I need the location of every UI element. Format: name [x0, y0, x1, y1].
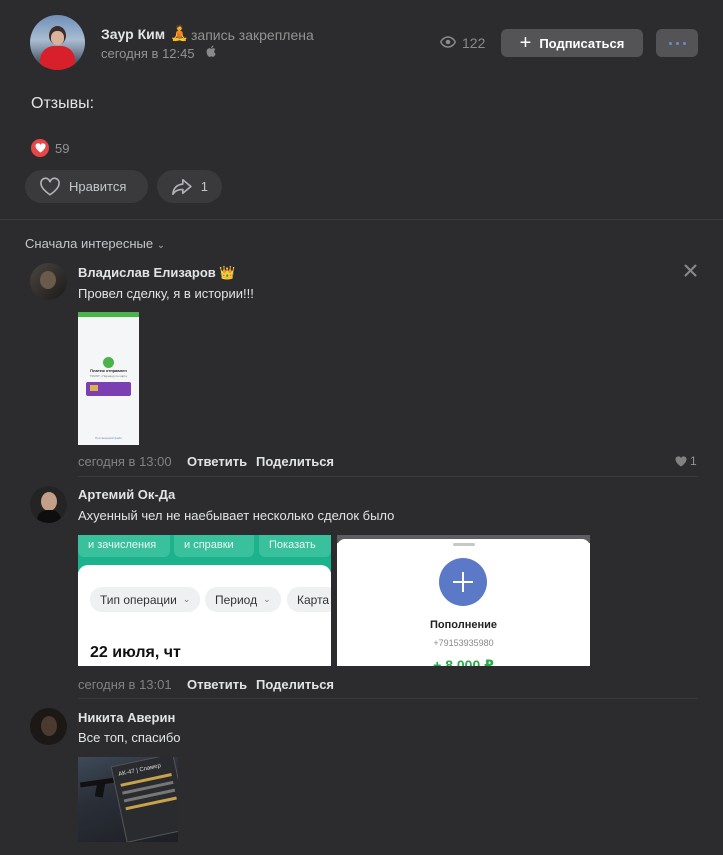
header-chip: и справки: [174, 535, 254, 557]
attachment-subtitle: TRUST • Перевод по карте: [89, 374, 128, 378]
attachment-link: Поставщикий файл: [94, 436, 123, 440]
comment-text: Провел сделку, я в истории!!!: [78, 286, 254, 301]
subscribe-button[interactable]: + Подписаться: [501, 29, 643, 57]
comments-sort-dropdown[interactable]: Сначала интересные ⌄: [25, 236, 165, 251]
topup-title: Пополнение: [430, 619, 497, 631]
comment-text: Все топ, спасибо: [78, 730, 181, 745]
reactions-count[interactable]: 59: [55, 141, 69, 156]
heart-icon: [34, 143, 46, 153]
more-options-button[interactable]: [656, 29, 698, 57]
comment-author-name[interactable]: Никита Аверин: [78, 710, 175, 725]
post-time[interactable]: сегодня в 12:45: [101, 46, 195, 61]
filter-chip: Период ⌄: [205, 587, 281, 612]
dot-icon: [668, 41, 672, 45]
comment-avatar[interactable]: [30, 708, 67, 745]
filter-label: Период: [215, 592, 258, 607]
comment-time[interactable]: сегодня в 13:01: [78, 677, 172, 692]
comment-time[interactable]: сегодня в 13:00: [78, 454, 172, 469]
chevron-down-icon: ⌄: [156, 240, 166, 251]
close-icon[interactable]: [684, 264, 697, 277]
heart-reaction-icon[interactable]: [31, 139, 49, 157]
rifle-magazine: [94, 782, 106, 798]
avatar-shirt: [37, 510, 61, 523]
divider: [78, 476, 698, 477]
attachment-title: Платеж отправлен: [90, 368, 127, 373]
plus-circle-icon: [439, 558, 487, 606]
status-bar: [78, 312, 139, 317]
eye-icon: [440, 36, 456, 48]
check-icon: [103, 357, 114, 368]
share-button[interactable]: 1: [157, 170, 222, 203]
filter-chip: Тип операции ⌄: [90, 587, 201, 612]
plus-icon: [453, 572, 473, 592]
like-button[interactable]: Нравится: [25, 170, 148, 203]
reply-button[interactable]: Ответить: [187, 454, 247, 469]
apple-icon: [206, 45, 216, 57]
comment-attachment-image[interactable]: Пополнение +79153935980 + 8 000 ₽: [337, 535, 590, 666]
share-comment-button[interactable]: Поделиться: [256, 454, 334, 469]
comment-author-label: Владислав Елизаров: [78, 265, 216, 280]
comment-likes-count[interactable]: 1: [690, 454, 697, 468]
sort-label: Сначала интересные: [25, 236, 154, 251]
heart-icon[interactable]: [675, 456, 687, 467]
item-panel: AK-47 | Спамер: [110, 757, 178, 842]
transactions-date: 22 июля, чт: [90, 644, 181, 661]
topup-phone: +79153935980: [433, 638, 494, 648]
avatar-face: [41, 492, 57, 511]
post-text: Отзывы:: [31, 95, 95, 112]
avatar-face: [41, 716, 57, 736]
filter-label: Карта: [297, 592, 330, 607]
pinned-label: запись закреплена: [191, 27, 314, 43]
share-icon: [172, 178, 192, 195]
plus-icon: +: [519, 32, 532, 54]
subscribe-label: Подписаться: [539, 35, 625, 51]
author-status-emoji: 🧘: [170, 25, 189, 42]
card-chip: [90, 385, 98, 391]
reply-button[interactable]: Ответить: [187, 677, 247, 692]
post-author-name[interactable]: Заур Ким: [101, 26, 165, 42]
chevron-down-icon: ⌄: [182, 594, 191, 604]
author-avatar[interactable]: [30, 15, 85, 70]
like-label: Нравится: [69, 179, 127, 194]
header-chip: Показать: [259, 535, 331, 557]
share-count: 1: [200, 179, 208, 194]
filter-label: Тип операции: [100, 592, 177, 607]
comment-author-name[interactable]: Артемий Ок-Да: [78, 487, 175, 502]
topup-amount: + 8 000 ₽: [433, 657, 494, 666]
filter-chip: Карта: [287, 587, 331, 612]
comment-attachment-image[interactable]: и зачисления и справки Показать Тип опер…: [78, 535, 331, 666]
comment-attachment-image[interactable]: AK-47 | Спамер: [78, 757, 178, 842]
grab-handle: [453, 543, 475, 546]
divider: [78, 698, 698, 699]
comment-author-name[interactable]: Владислав Елизаров 👑: [78, 265, 236, 281]
chevron-down-icon: ⌄: [263, 594, 271, 604]
comment-avatar[interactable]: [30, 263, 67, 300]
sheet-curve: [78, 565, 331, 585]
views-count: 122: [462, 35, 486, 51]
avatar-face: [51, 31, 64, 45]
crown-emoji: 👑: [219, 265, 236, 280]
dot-icon: [682, 41, 686, 45]
share-comment-button[interactable]: Поделиться: [256, 677, 334, 692]
divider: [0, 219, 723, 220]
header-chip: и зачисления: [78, 535, 170, 557]
comment-avatar[interactable]: [30, 486, 67, 523]
comment-text: Ахуенный чел не наебывает несколько сдел…: [78, 508, 395, 523]
comment-attachment-image[interactable]: Платеж отправлен TRUST • Перевод по карт…: [78, 312, 139, 445]
heart-outline-icon: [40, 177, 60, 196]
avatar-shirt: [40, 46, 75, 70]
avatar-figure: [40, 271, 56, 289]
dot-icon: [675, 41, 679, 45]
